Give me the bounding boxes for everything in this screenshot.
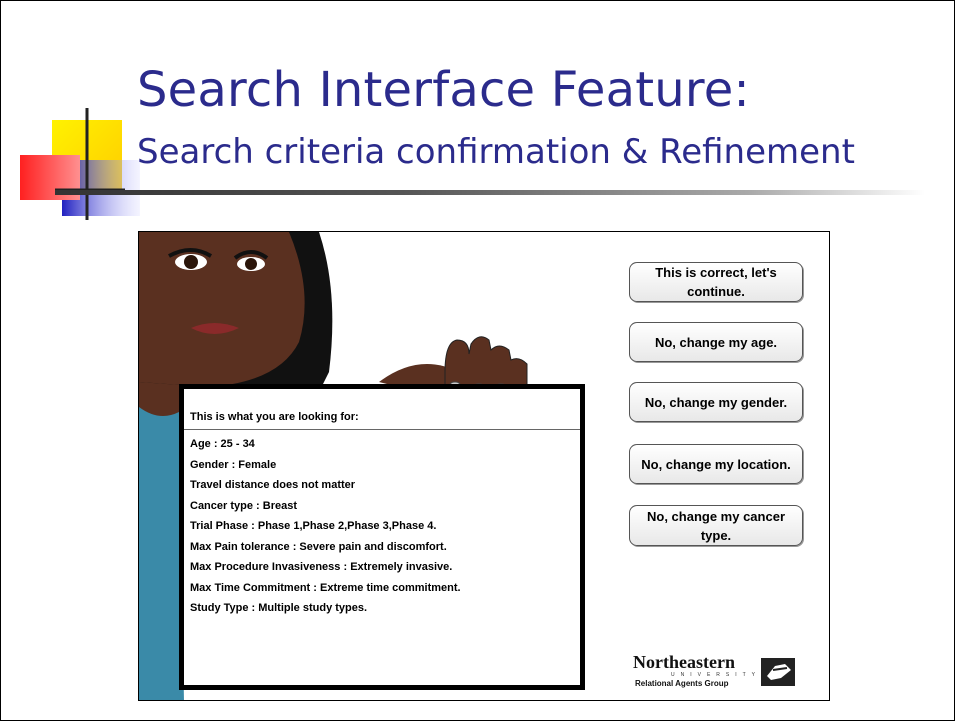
criteria-board: This is what you are looking for: Age : … [179, 384, 585, 690]
change-cancer-type-button[interactable]: No, change my cancer type. [629, 505, 803, 546]
hand-logo-icon [761, 658, 795, 686]
criteria-gender: Gender : Female [190, 458, 277, 471]
criteria-invasiveness: Max Procedure Invasiveness : Extremely i… [190, 561, 453, 573]
logo-group: Relational Agents Group [635, 679, 729, 688]
logo-university: UNIVERSITY [671, 672, 762, 678]
criteria-study-type: Study Type : Multiple study types. [190, 602, 368, 614]
criteria-cancer-type: Cancer type : Breast [190, 499, 297, 512]
change-location-button[interactable]: No, change my location. [629, 444, 803, 484]
criteria-travel-distance: Travel distance does not matter [190, 479, 356, 491]
criteria-list: Age : 25 - 34 Gender : Female Travel dis… [184, 430, 580, 619]
criteria-trial-phase: Trial Phase : Phase 1,Phase 2,Phase 3,Ph… [190, 520, 437, 532]
criteria-time-commitment: Max Time Commitment : Extreme time commi… [190, 581, 461, 594]
title-divider [55, 190, 925, 195]
app-screenshot: This is what you are looking for: Age : … [138, 231, 830, 701]
criteria-heading: This is what you are looking for: [184, 389, 580, 430]
logo-name: Northeastern [633, 652, 735, 672]
northeastern-logo: Northeastern UNIVERSITY Relational Agent… [633, 652, 803, 692]
criteria-age: Age : 25 - 34 [190, 438, 255, 450]
confirm-continue-button[interactable]: This is correct, let's continue. [629, 262, 803, 302]
change-age-button[interactable]: No, change my age. [629, 322, 803, 362]
slide-subtitle: Search criteria confirmation & Refinemen… [137, 132, 855, 172]
change-gender-button[interactable]: No, change my gender. [629, 382, 803, 422]
criteria-pain-tolerance: Max Pain tolerance : Severe pain and dis… [190, 540, 447, 553]
slide-title: Search Interface Feature: [137, 62, 750, 118]
decorative-squares [20, 108, 140, 220]
